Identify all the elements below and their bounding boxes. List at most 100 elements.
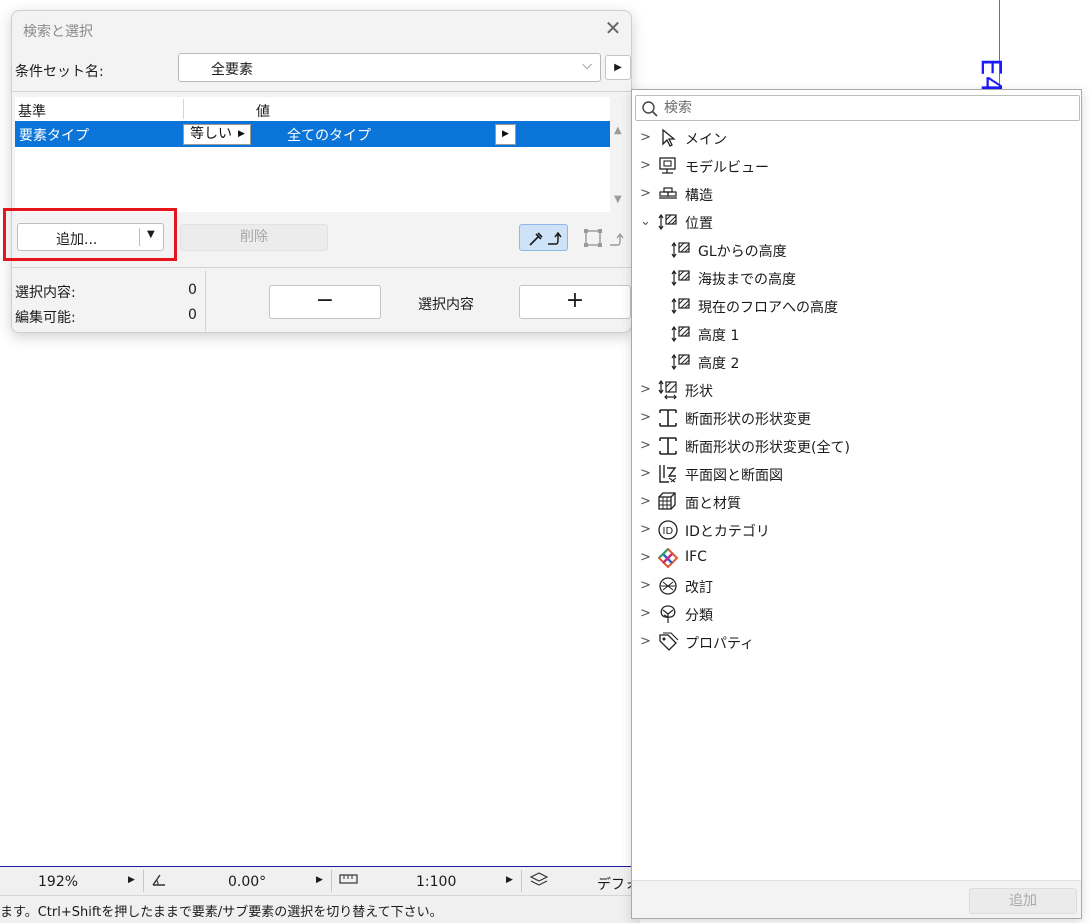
profile-icon (657, 436, 679, 456)
shape-icon (657, 379, 679, 400)
cursor-icon (657, 128, 679, 148)
chevron-right-icon[interactable]: > (640, 186, 651, 201)
criteria-set-value: 全要素 (211, 62, 253, 78)
id-icon: ID (657, 520, 679, 540)
chevron-right-icon[interactable]: > (640, 382, 651, 397)
elevation-icon (670, 240, 692, 260)
tree-item-label: 現在のフロアへの高度 (698, 300, 838, 316)
chevron-right-icon[interactable]: > (640, 130, 651, 145)
column-header-criterion: 基準 (18, 104, 46, 120)
tree-item-floor-plan-section[interactable]: > 平面図と断面図 (632, 460, 1081, 488)
chevron-right-icon[interactable]: > (640, 466, 651, 481)
delete-button[interactable]: 削除 (180, 224, 328, 251)
table-row[interactable]: 要素タイプ 等しい ▶ 全てのタイプ ▶ (15, 121, 610, 147)
tree-item-label: プロパティ (685, 636, 755, 652)
model-view-icon (657, 156, 679, 176)
scale-value[interactable]: 1:100 (416, 874, 456, 890)
marquee-select-button[interactable] (584, 225, 632, 251)
tree-item-classification[interactable]: > 分類 (632, 600, 1081, 628)
arrow-right-icon[interactable]: ▶ (128, 875, 135, 885)
tree-subitem[interactable]: GLからの高度 (632, 236, 1081, 264)
revision-icon (657, 576, 679, 596)
row-value: 全てのタイプ (287, 128, 371, 144)
angle-icon (150, 871, 168, 893)
operator-select[interactable]: 等しい ▶ (183, 124, 251, 145)
chevron-down-icon: ⌵ (582, 58, 592, 73)
divider (205, 271, 206, 331)
tree-item-property[interactable]: > プロパティ (632, 628, 1081, 656)
structure-icon (657, 184, 679, 204)
tree-item-id-category[interactable]: > ID IDとカテゴリ (632, 516, 1081, 544)
chevron-right-icon[interactable]: > (640, 410, 651, 425)
tree-subitem[interactable]: 高度 2 (632, 348, 1081, 376)
elevation-icon (670, 324, 692, 344)
chevron-right-icon[interactable]: > (640, 634, 651, 649)
column-header-value: 値 (256, 104, 270, 120)
tree-item-surface-material[interactable]: > 面と材質 (632, 488, 1081, 516)
tree-item-label: 形状 (685, 384, 713, 400)
search-icon (641, 100, 659, 122)
scroll-down-icon[interactable]: ▼ (614, 194, 622, 205)
tree-item-ifc[interactable]: > IFC (632, 544, 1081, 572)
tree-subitem[interactable]: 高度 1 (632, 320, 1081, 348)
criteria-set-label: 条件セット名: (15, 64, 104, 80)
divider (143, 870, 144, 892)
tree-item-label: 構造 (685, 188, 713, 204)
eyedropper-icon (529, 231, 562, 246)
chevron-down-icon[interactable]: ⌄ (640, 214, 651, 229)
criteria-set-select[interactable]: 全要素 ⌵ (178, 53, 601, 82)
arrow-right-icon[interactable]: ▶ (316, 875, 323, 885)
chevron-right-icon[interactable]: > (640, 578, 651, 593)
tree-subitem[interactable]: 海抜までの高度 (632, 264, 1081, 292)
tree-item-model-view[interactable]: > モデルビュー (632, 152, 1081, 180)
angle-value[interactable]: 0.00° (228, 874, 266, 890)
tree-item-main[interactable]: > メイン (632, 124, 1081, 152)
pick-parameters-button[interactable] (519, 224, 568, 251)
tree-item-shape[interactable]: > 形状 (632, 376, 1081, 404)
chevron-right-icon[interactable]: > (640, 438, 651, 453)
zoom-value[interactable]: 192% (38, 874, 78, 890)
scroll-up-icon[interactable]: ▲ (614, 125, 622, 136)
elevation-icon (670, 296, 692, 316)
highlight-box (3, 208, 177, 261)
add-button[interactable]: 追加 (969, 888, 1077, 914)
dialog-title: 検索と選択 (23, 24, 93, 40)
tree-item-revision[interactable]: > 改訂 (632, 572, 1081, 600)
tree-item-label: 断面形状の形状変更 (685, 412, 811, 428)
remove-from-selection-button[interactable]: − (269, 285, 381, 319)
elevation-icon (670, 352, 692, 372)
svg-text:ID: ID (663, 526, 674, 537)
column-divider (183, 99, 184, 119)
value-menu-button[interactable]: ▶ (495, 124, 516, 145)
find-select-dialog: 検索と選択 ✕ 条件セット名: 全要素 ⌵ ▶ 基準 値 要素タイプ 等しい ▶… (3, 10, 632, 333)
scale-icon (339, 872, 359, 890)
tree-item-profile-modifier[interactable]: > 断面形状の形状変更 (632, 404, 1081, 432)
close-icon[interactable]: ✕ (602, 17, 624, 39)
position-icon (657, 212, 679, 232)
search-input[interactable] (664, 100, 1064, 116)
chevron-right-icon[interactable]: > (640, 522, 651, 537)
arrow-right-icon: ▶ (238, 129, 245, 139)
arrow-right-icon[interactable]: ▶ (506, 875, 513, 885)
surface-material-icon (657, 492, 679, 512)
divider (521, 870, 522, 892)
tree-item-label: IFC (685, 549, 707, 565)
search-box[interactable] (635, 95, 1080, 121)
tree-item-position[interactable]: ⌄ 位置 (632, 208, 1081, 236)
chevron-right-icon[interactable]: > (640, 550, 651, 565)
tree-item-profile-modifier-all[interactable]: > 断面形状の形状変更(全て) (632, 432, 1081, 460)
add-to-selection-button[interactable]: + (519, 285, 631, 319)
tree-subitem[interactable]: 現在のフロアへの高度 (632, 292, 1081, 320)
tree-item-structure[interactable]: > 構造 (632, 180, 1081, 208)
row-criterion: 要素タイプ (19, 128, 89, 144)
divider (331, 870, 332, 892)
chevron-right-icon[interactable]: > (640, 494, 651, 509)
criteria-menu-button[interactable]: ▶ (605, 55, 631, 80)
elevation-icon (670, 268, 692, 288)
tree-item-label: 位置 (685, 216, 713, 232)
tree-item-label: 断面形状の形状変更(全て) (685, 440, 850, 456)
tree-item-label: 高度 2 (698, 356, 740, 372)
chevron-right-icon[interactable]: > (640, 158, 651, 173)
profile-icon (657, 408, 679, 428)
chevron-right-icon[interactable]: > (640, 606, 651, 621)
